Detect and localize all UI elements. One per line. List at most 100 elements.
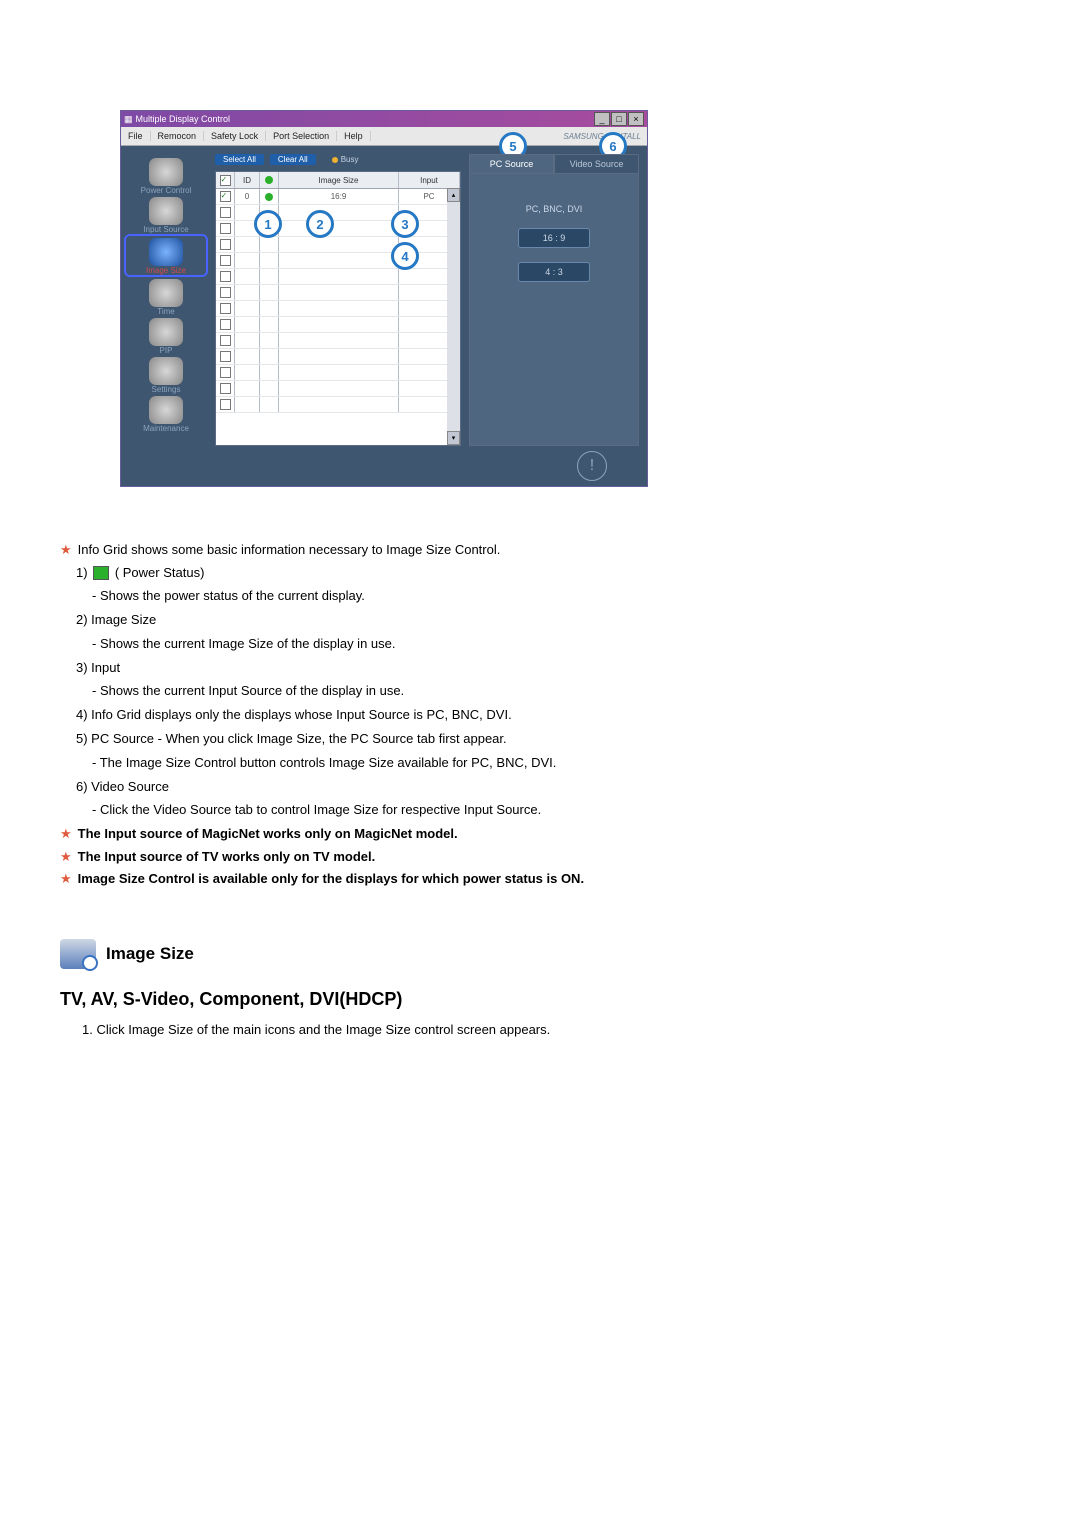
menu-safety-lock[interactable]: Safety Lock: [204, 131, 266, 141]
table-row[interactable]: [216, 397, 460, 413]
note-bold: Image Size Control is available only for…: [78, 869, 584, 889]
sidebar-label: Settings: [126, 385, 206, 394]
col-image-size[interactable]: Image Size: [279, 172, 399, 188]
callout-4: 4: [391, 242, 419, 270]
table-row[interactable]: 0 16:9 PC: [216, 189, 460, 205]
col-power[interactable]: [260, 172, 279, 188]
clear-all-button[interactable]: Clear All: [270, 154, 316, 165]
table-row[interactable]: [216, 237, 460, 253]
right-column: 5 6 PC Source Video Source PC, BNC, DVI …: [469, 154, 639, 446]
row-checkbox[interactable]: [220, 255, 231, 266]
close-button[interactable]: ×: [628, 112, 644, 126]
scroll-down-icon[interactable]: ▾: [447, 431, 460, 445]
grid-header-row: ID Image Size Input: [216, 172, 460, 189]
sidebar: Power Control Input Source Image Size Ti…: [121, 146, 211, 446]
row-checkbox[interactable]: [220, 191, 231, 202]
sub-text: - Shows the current Image Size of the di…: [92, 634, 1020, 655]
list-item: 5) PC Source - When you click Image Size…: [76, 729, 1020, 750]
row-checkbox[interactable]: [220, 351, 231, 362]
table-row[interactable]: [216, 381, 460, 397]
power-on-icon: [265, 193, 273, 201]
sidebar-label: Input Source: [126, 225, 206, 234]
app-icon: ▦: [124, 114, 133, 125]
sidebar-label: Maintenance: [126, 424, 206, 433]
ratio-4-3-button[interactable]: 4 : 3: [518, 262, 590, 282]
window-controls: _ □ ×: [594, 112, 644, 126]
row-checkbox[interactable]: [220, 335, 231, 346]
top-buttons: Select All Clear All Busy: [215, 154, 461, 165]
table-row[interactable]: [216, 301, 460, 317]
sub-text: - The Image Size Control button controls…: [92, 753, 1020, 774]
list-item: 4) Info Grid displays only the displays …: [76, 705, 1020, 726]
list-item: 2) Image Size: [76, 610, 1020, 631]
menu-file[interactable]: File: [121, 131, 151, 141]
section-title: Image Size: [106, 944, 194, 964]
sidebar-item-pip[interactable]: PIP: [126, 316, 206, 355]
row-checkbox[interactable]: [220, 367, 231, 378]
busy-label: Busy: [341, 155, 359, 164]
select-all-button[interactable]: Select All: [215, 154, 264, 165]
callout-3: 3: [391, 210, 419, 238]
source-tabs: PC Source Video Source: [469, 154, 639, 174]
sub-text: - Click the Video Source tab to control …: [92, 800, 1020, 821]
maximize-button[interactable]: □: [611, 112, 627, 126]
alert-icon[interactable]: !: [577, 451, 607, 481]
menu-remocon[interactable]: Remocon: [151, 131, 205, 141]
menu-help[interactable]: Help: [337, 131, 371, 141]
scroll-up-icon[interactable]: ▴: [447, 188, 460, 202]
row-checkbox[interactable]: [220, 207, 231, 218]
table-row[interactable]: [216, 269, 460, 285]
list-item: 1) ( Power Status): [76, 563, 1020, 584]
ratio-16-9-button[interactable]: 16 : 9: [518, 228, 590, 248]
left-column: Select All Clear All Busy ID Image Size …: [215, 154, 461, 446]
sidebar-item-image-size[interactable]: Image Size: [124, 234, 208, 277]
row-checkbox[interactable]: [220, 303, 231, 314]
sidebar-item-power-control[interactable]: Power Control: [126, 156, 206, 195]
sidebar-item-maintenance[interactable]: Maintenance: [126, 394, 206, 433]
minimize-button[interactable]: _: [594, 112, 610, 126]
sidebar-item-settings[interactable]: Settings: [126, 355, 206, 394]
star-icon: ★: [60, 847, 72, 867]
row-checkbox[interactable]: [220, 383, 231, 394]
col-id[interactable]: ID: [235, 172, 260, 188]
subsection-heading: TV, AV, S-Video, Component, DVI(HDCP): [60, 989, 1020, 1010]
star-icon: ★: [60, 540, 72, 560]
table-row[interactable]: [216, 365, 460, 381]
app-screenshot: ▦ Multiple Display Control _ □ × File Re…: [120, 110, 648, 487]
tab-pc-source[interactable]: PC Source: [469, 154, 554, 174]
info-grid: ID Image Size Input 0 16:9 PC: [215, 171, 461, 446]
window-title: Multiple Display Control: [136, 114, 231, 124]
sidebar-label: Power Control: [126, 186, 206, 195]
table-row[interactable]: [216, 221, 460, 237]
col-input[interactable]: Input: [399, 172, 460, 188]
explanation-content: ★Info Grid shows some basic information …: [60, 517, 1020, 1041]
row-checkbox[interactable]: [220, 399, 231, 410]
row-checkbox[interactable]: [220, 319, 231, 330]
list-item: 6) Video Source: [76, 777, 1020, 798]
menu-port-selection[interactable]: Port Selection: [266, 131, 337, 141]
busy-indicator: Busy: [332, 155, 359, 164]
col-checkbox[interactable]: [216, 172, 235, 188]
table-row[interactable]: [216, 349, 460, 365]
callout-1: 1: [254, 210, 282, 238]
row-checkbox[interactable]: [220, 223, 231, 234]
row-checkbox[interactable]: [220, 287, 231, 298]
table-row[interactable]: [216, 317, 460, 333]
sub-text: - Shows the current Input Source of the …: [92, 681, 1020, 702]
sidebar-item-input-source[interactable]: Input Source: [126, 195, 206, 234]
scrollbar[interactable]: ▴▾: [447, 188, 460, 445]
power-status-icon: [265, 176, 273, 184]
panel-label: PC, BNC, DVI: [526, 204, 583, 214]
sidebar-label: PIP: [126, 346, 206, 355]
tab-video-source[interactable]: Video Source: [554, 154, 639, 174]
sidebar-item-time[interactable]: Time: [126, 277, 206, 316]
table-row[interactable]: [216, 253, 460, 269]
table-row[interactable]: [216, 205, 460, 221]
main-pane: Select All Clear All Busy ID Image Size …: [211, 146, 647, 446]
row-checkbox[interactable]: [220, 239, 231, 250]
row-checkbox[interactable]: [220, 271, 231, 282]
table-row[interactable]: [216, 333, 460, 349]
sidebar-label: Image Size: [126, 266, 206, 275]
table-row[interactable]: [216, 285, 460, 301]
power-status-icon: [93, 566, 109, 580]
